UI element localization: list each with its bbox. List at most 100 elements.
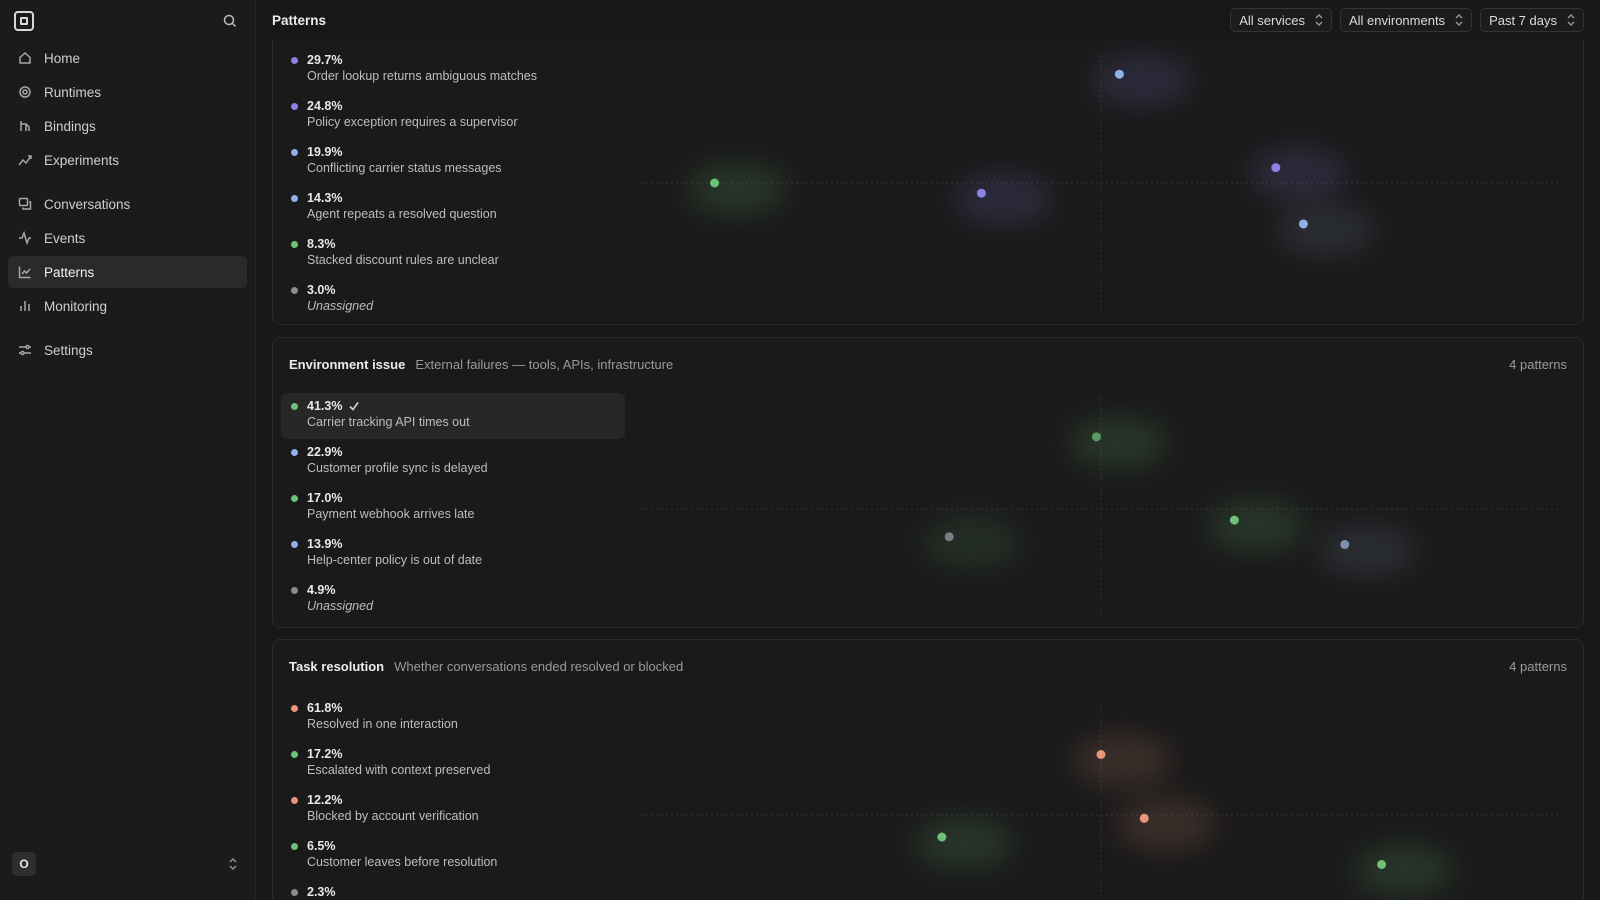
pattern-cluster-glow [1206, 500, 1307, 553]
pattern-list: 41.3% Carrier tracking API times out 22.9%… [281, 393, 625, 623]
sidebar-item-monitoring[interactable]: Monitoring [8, 290, 247, 322]
top-bar: Patterns All services All environments P… [256, 0, 1600, 40]
account-switcher[interactable]: O [12, 852, 239, 876]
service-select-value: All services [1239, 12, 1305, 28]
pattern-point[interactable] [1096, 750, 1106, 759]
avatar[interactable]: O [12, 852, 36, 876]
sidebar-item-conversations[interactable]: Conversations [8, 188, 247, 220]
sidebar-item-label: Monitoring [44, 298, 108, 314]
sidebar-nav: Home Runtimes Bindings Experiments Conve… [0, 42, 255, 366]
pattern-scatter-plot [641, 705, 1561, 900]
group-pattern-count: 4 patterns [1509, 356, 1567, 372]
pattern-percentage-value: 24.8% [307, 99, 343, 113]
pattern-row[interactable]: 19.9% Conflicting carrier status messages [281, 139, 625, 185]
sidebar-item-patterns[interactable]: Patterns [8, 256, 247, 288]
pattern-row[interactable]: 22.9% Customer profile sync is delayed [281, 439, 625, 485]
pattern-percentage: 12.2% [307, 792, 479, 808]
pattern-color-dot [291, 705, 298, 712]
pattern-percentage-value: 3.0% [307, 283, 336, 297]
pattern-percentage: 29.7% [307, 52, 537, 68]
group-title: Environment issue [289, 356, 406, 372]
pattern-row[interactable]: 17.0% Payment webhook arrives late [281, 485, 625, 531]
sidebar-item-label: Settings [44, 342, 93, 358]
pattern-point[interactable] [976, 188, 986, 198]
sidebar-item-settings[interactable]: Settings [8, 334, 247, 366]
pattern-row-text: 13.9% Help-center policy is out of date [307, 536, 482, 577]
sidebar-item-experiments[interactable]: Experiments [8, 144, 247, 176]
sidebar-item-home[interactable]: Home [8, 42, 247, 74]
pattern-row[interactable]: 24.8% Policy exception requires a supervi… [281, 93, 625, 139]
activity-icon [18, 231, 32, 245]
pattern-cluster-glow [1353, 844, 1454, 897]
pattern-point[interactable] [1229, 515, 1239, 525]
pattern-row[interactable]: 3.0% Unassigned [281, 277, 625, 323]
environment-select[interactable]: All environments [1339, 8, 1473, 32]
sidebar-item-label: Runtimes [44, 84, 102, 100]
group-pattern-count: 4 patterns [1509, 658, 1567, 674]
pattern-point[interactable] [1340, 540, 1350, 550]
pattern-point[interactable] [1139, 813, 1149, 823]
pattern-row[interactable]: 29.7% Order lookup returns ambiguous matc… [281, 47, 625, 93]
chevron-updown-icon[interactable] [227, 857, 239, 871]
pattern-label: Unassigned [307, 599, 374, 613]
pattern-row[interactable]: 4.9% Unassigned [281, 577, 625, 623]
pattern-cluster-glow [1068, 416, 1169, 469]
app-shell: Home Runtimes Bindings Experiments Conve… [0, 0, 1600, 900]
pattern-point[interactable] [944, 532, 954, 542]
pattern-row-text: 12.2% Blocked by account verification [307, 792, 479, 833]
pattern-row[interactable]: 6.5% Customer leaves before resolution [281, 833, 625, 879]
time-range-select[interactable]: Past 7 days [1480, 8, 1584, 32]
pattern-cluster-glow [913, 817, 1014, 869]
pattern-row[interactable]: 41.3% Carrier tracking API times out [281, 393, 625, 439]
sidebar-item-label: Bindings [44, 118, 96, 134]
pattern-point[interactable] [1298, 219, 1308, 229]
pattern-row-text: 4.9% Unassigned [307, 582, 373, 623]
pattern-color-dot [291, 587, 298, 594]
pattern-label: Customer leaves before resolution [307, 855, 498, 869]
pattern-label: Help-center policy is out of date [307, 553, 483, 567]
pattern-color-dot [291, 541, 298, 548]
pattern-percentage-value: 12.2% [307, 793, 343, 807]
pattern-color-dot [291, 103, 298, 110]
pattern-row[interactable]: 14.3% Agent repeats a resolved question [281, 185, 625, 231]
sidebar-item-bindings[interactable]: Bindings [8, 110, 247, 142]
search-icon[interactable] [221, 12, 239, 30]
pattern-point[interactable] [1091, 432, 1101, 442]
pattern-point[interactable] [937, 832, 947, 842]
pattern-row[interactable]: 13.9% Help-center policy is out of date [281, 531, 625, 577]
pattern-row-text: 24.8% Policy exception requires a supervi… [307, 98, 518, 139]
pattern-percentage: 19.9% [307, 144, 502, 160]
sidebar-item-events[interactable]: Events [8, 222, 247, 254]
pattern-point[interactable] [710, 178, 720, 188]
pattern-row-text: 19.9% Conflicting carrier status messages [307, 144, 502, 185]
sidebar-item-runtimes[interactable]: Runtimes [8, 76, 247, 108]
pattern-row[interactable]: 2.3% [281, 879, 625, 900]
pattern-percentage: 13.9% [307, 536, 482, 552]
pattern-row[interactable]: 61.8% Resolved in one interaction [281, 695, 625, 741]
pattern-label: Policy exception requires a supervisor [307, 115, 518, 129]
pattern-point[interactable] [1114, 69, 1124, 79]
service-select[interactable]: All services [1230, 8, 1332, 32]
pattern-cluster-glow [1116, 798, 1217, 851]
pattern-cluster-glow [1073, 734, 1173, 787]
sliders-icon [18, 343, 32, 357]
pattern-color-dot [291, 449, 298, 456]
app-logo-icon[interactable] [14, 11, 34, 31]
pattern-percentage-value: 17.2% [307, 747, 343, 761]
scatter-svg [641, 398, 1561, 620]
pattern-point[interactable] [1377, 860, 1387, 869]
group-header: Environment issue External failures — to… [273, 338, 1583, 390]
home-icon [18, 51, 32, 65]
scatter-svg [641, 54, 1561, 311]
pattern-percentage-value: 2.3% [307, 885, 336, 899]
pattern-label: Unassigned [307, 299, 374, 313]
pattern-row[interactable]: 12.2% Blocked by account verification [281, 787, 625, 833]
pattern-label: Blocked by account verification [307, 809, 479, 823]
main-content: Patterns All services All environments P… [256, 0, 1600, 900]
pattern-group-card: 29.7% Order lookup returns ambiguous matc… [272, 0, 1584, 325]
pattern-point[interactable] [1271, 163, 1281, 173]
pattern-row[interactable]: 17.2% Escalated with context preserved [281, 741, 625, 787]
pattern-row[interactable]: 8.3% Stacked discount rules are unclear [281, 231, 625, 277]
group-subtitle: Whether conversations ended resolved or … [394, 658, 684, 674]
pattern-percentage: 22.9% [307, 444, 488, 460]
